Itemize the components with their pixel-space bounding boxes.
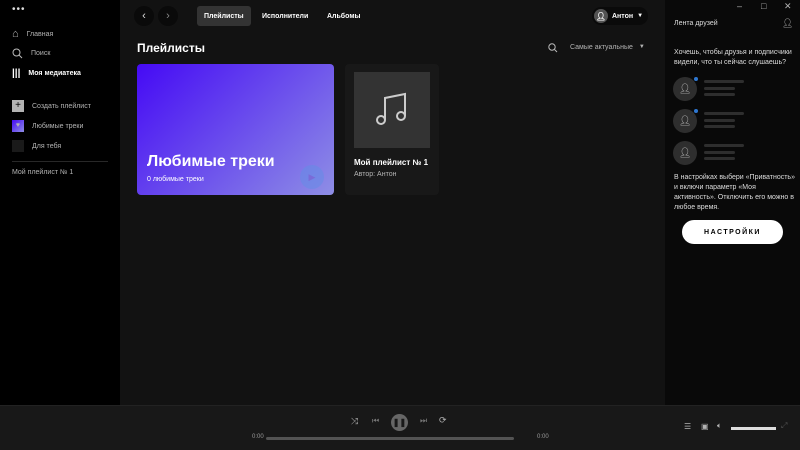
repeat-button[interactable]: ⟳	[439, 415, 447, 426]
add-friend-icon[interactable]: 👤︎	[782, 18, 793, 29]
liked-tracks-card[interactable]: Любимые треки 0 любимые треки ▶	[137, 64, 334, 195]
previous-button[interactable]: ⏮︎	[372, 416, 379, 426]
minimize-button[interactable]: –	[737, 1, 742, 11]
sort-label: Самые актуальные	[570, 44, 633, 51]
sidebar-item-library[interactable]: ||| Моя медиатека	[12, 68, 81, 79]
sidebar-item-search[interactable]: Поиск	[12, 48, 50, 59]
tab-artists[interactable]: Исполнители	[255, 6, 315, 26]
tab-albums[interactable]: Альбомы	[320, 6, 367, 26]
action-label: Создать плейлист	[32, 103, 91, 110]
user-avatar-icon: 👤︎	[594, 9, 608, 23]
friend-placeholder: 👤︎	[673, 109, 697, 133]
play-button[interactable]: ▶	[300, 165, 324, 189]
library-icon: |||	[12, 68, 20, 79]
divider	[12, 161, 108, 162]
panel-title: Лента друзей	[674, 20, 718, 27]
pause-button[interactable]: ❚❚	[391, 414, 408, 431]
friends-prompt: Хочешь, чтобы друзья и подписчики видели…	[674, 48, 794, 68]
sort-dropdown[interactable]: Самые актуальные ▼	[570, 44, 645, 51]
nav-label: Главная	[27, 31, 54, 38]
queue-icon[interactable]: ☰	[684, 422, 691, 431]
music-note-icon	[372, 90, 412, 130]
card-title: Мой плейлист № 1	[354, 158, 428, 167]
progress-bar[interactable]	[266, 437, 514, 440]
user-icon: 👤︎	[673, 141, 697, 165]
search-icon[interactable]	[548, 43, 558, 53]
sidebar: ••• ⌂ Главная Поиск ||| Моя медиатека + Соз…	[0, 0, 120, 405]
user-menu[interactable]: 👤︎ Антон ▼	[592, 7, 648, 25]
forward-button[interactable]: ›	[158, 6, 178, 26]
create-playlist-button[interactable]: + Создать плейлист	[12, 100, 91, 112]
nav-label: Поиск	[31, 50, 50, 57]
playlist-cover	[354, 72, 430, 148]
search-icon	[12, 48, 23, 59]
friend-placeholder: 👤︎	[673, 141, 697, 165]
user-name: Антон	[612, 13, 633, 20]
settings-button[interactable]: НАСТРОЙКИ	[682, 220, 783, 244]
tab-playlists[interactable]: Плейлисты	[197, 6, 251, 26]
card-subtitle: 0 любимые треки	[147, 176, 204, 183]
page-title: Плейлисты	[137, 41, 205, 55]
caret-down-icon: ▼	[639, 44, 645, 51]
next-button[interactable]: ⏭︎	[420, 416, 427, 426]
nav-label: Моя медиатека	[28, 70, 80, 77]
player-bar: ⤨ ⏮︎ ❚❚ ⏭︎ ⟳ 0:00 0:00 ☰ ▣ 🔈︎ ⤢	[0, 405, 800, 450]
devices-icon[interactable]: ▣	[701, 422, 709, 431]
volume-slider[interactable]	[731, 427, 776, 430]
fullscreen-icon[interactable]: ⤢	[781, 421, 787, 431]
user-icon: 👤︎	[673, 77, 697, 101]
elapsed-time: 0:00	[252, 434, 264, 440]
plus-icon: +	[12, 100, 24, 112]
heart-icon: ♥	[12, 120, 24, 132]
user-icon: 👤︎	[673, 109, 697, 133]
main-content: ‹ › Плейлисты Исполнители Альбомы 👤︎ Ант…	[120, 0, 665, 405]
caret-down-icon: ▼	[637, 13, 643, 19]
volume-icon[interactable]: 🔈︎	[717, 421, 722, 431]
for-you-link[interactable]: Для тебя	[12, 140, 61, 152]
duration-time: 0:00	[537, 434, 549, 440]
maximize-button[interactable]: □	[761, 1, 766, 11]
sidebar-item-home[interactable]: ⌂ Главная	[12, 28, 53, 40]
action-label: Любимые треки	[32, 123, 83, 130]
liked-tracks-link[interactable]: ♥ Любимые треки	[12, 120, 83, 132]
home-icon: ⌂	[12, 28, 19, 40]
action-label: Для тебя	[32, 143, 61, 150]
more-icon[interactable]: •••	[12, 4, 26, 15]
playlist-card[interactable]: Мой плейлист № 1 Автор: Антон	[345, 64, 439, 195]
friend-placeholder: 👤︎	[673, 77, 697, 101]
shuffle-button[interactable]: ⤨	[351, 416, 358, 427]
sidebar-playlist[interactable]: Мой плейлист № 1	[12, 169, 73, 176]
for-you-icon	[12, 140, 24, 152]
card-title: Любимые треки	[147, 153, 275, 171]
card-subtitle: Автор: Антон	[354, 171, 396, 178]
close-button[interactable]: ✕	[784, 1, 792, 12]
back-button[interactable]: ‹	[134, 6, 154, 26]
friend-activity-panel: – □ ✕ Лента друзей 👤︎ Хочешь, чтобы друз…	[665, 0, 800, 405]
friends-hint: В настройках выбери «Приватность» и вклю…	[674, 173, 799, 213]
